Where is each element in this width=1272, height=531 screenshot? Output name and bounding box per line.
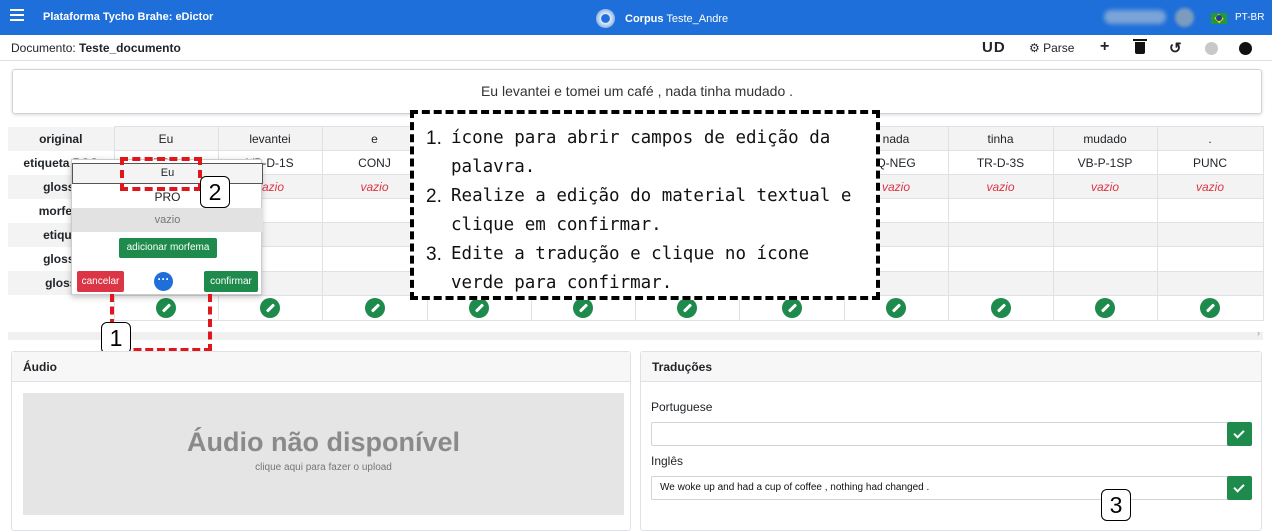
- previous-icon[interactable]: [1205, 42, 1218, 55]
- audio-upload-area[interactable]: Áudio não disponível clique aqui para fa…: [23, 393, 624, 515]
- upload-hint[interactable]: clique aqui para fazer o upload: [23, 462, 624, 473]
- gloss-field[interactable]: vazio: [72, 208, 263, 232]
- pencil-icon[interactable]: [990, 297, 1011, 318]
- corpus-logo-icon: [596, 9, 615, 28]
- empty-cell[interactable]: [1156, 222, 1264, 248]
- word-cell[interactable]: Eu: [113, 125, 219, 152]
- instruction-item: 3. Edite a tradução e clique no ícone ver…: [426, 244, 810, 293]
- instruction-item: 2. Realize a edição do material textual e…: [426, 186, 852, 235]
- pencil-icon[interactable]: [469, 297, 489, 318]
- annotation-marker-1: 1: [101, 322, 131, 354]
- pencil-icon[interactable]: [677, 297, 697, 318]
- instruction-item: 1. ícone para abrir campos de edição da p…: [426, 128, 831, 177]
- user-name-blurred[interactable]: [1104, 10, 1166, 24]
- annotation-marker-2: 2: [200, 176, 230, 208]
- corpus-label: Corpus: [625, 12, 664, 25]
- empty-cell[interactable]: [1052, 198, 1158, 224]
- pencil-icon[interactable]: [886, 297, 906, 318]
- confirm-portuguese-check-icon[interactable]: [1227, 422, 1252, 446]
- language-selector[interactable]: PT-BR: [1235, 12, 1264, 23]
- gloss-cell[interactable]: vazio: [1156, 174, 1264, 200]
- audio-unavailable-text: Áudio não disponível: [186, 427, 460, 457]
- word-cell[interactable]: mudado: [1052, 125, 1158, 152]
- empty-cell[interactable]: [947, 270, 1054, 296]
- hamburger-menu-icon[interactable]: [10, 9, 24, 23]
- corpus-indicator[interactable]: Corpus Teste_Andre: [596, 9, 728, 28]
- parse-button[interactable]: ⚙ Parse: [1029, 41, 1074, 55]
- document-title: Documento: Teste_documento: [11, 41, 181, 55]
- empty-cell[interactable]: [1052, 222, 1158, 248]
- trash-icon[interactable]: [1133, 39, 1147, 54]
- add-morpheme-button[interactable]: adicionar morfema: [119, 238, 217, 258]
- gloss-cell[interactable]: vazio: [947, 174, 1054, 200]
- pencil-icon[interactable]: [1200, 297, 1220, 318]
- edit-cell: [1156, 294, 1264, 321]
- portuguese-label: Portuguese: [651, 400, 713, 414]
- gears-icon: ⚙: [1029, 41, 1040, 55]
- annotation-marker-3: 3: [1101, 489, 1131, 521]
- audio-panel-title: Áudio: [12, 352, 630, 382]
- pos-cell[interactable]: PUNC: [1156, 150, 1264, 176]
- ud-button[interactable]: UD: [982, 39, 1006, 56]
- pencil-icon[interactable]: [364, 297, 385, 318]
- empty-cell[interactable]: [1156, 270, 1264, 296]
- edit-cell: [947, 294, 1054, 321]
- gloss-cell[interactable]: vazio: [1052, 174, 1158, 200]
- pos-cell[interactable]: VB-P-1SP: [1052, 150, 1158, 176]
- brazil-flag-icon[interactable]: [1211, 13, 1227, 24]
- add-icon[interactable]: +: [1100, 38, 1109, 56]
- empty-cell[interactable]: [1052, 246, 1158, 272]
- edit-cell: [217, 294, 323, 321]
- pos-cell[interactable]: TR-D-3S: [947, 150, 1054, 176]
- more-options-icon[interactable]: ···: [154, 272, 173, 291]
- instruction-box: 1. ícone para abrir campos de edição da p…: [410, 110, 880, 300]
- translations-panel: Traduções Portuguese Inglês We woke up a…: [640, 351, 1262, 531]
- next-icon[interactable]: [1239, 42, 1252, 55]
- pencil-icon[interactable]: [1095, 297, 1115, 318]
- translations-panel-title: Traduções: [641, 352, 1261, 382]
- word-cell[interactable]: levantei: [217, 125, 323, 152]
- avatar[interactable]: [1175, 8, 1194, 27]
- row-label: original: [8, 126, 114, 151]
- portuguese-translation-input[interactable]: [651, 422, 1228, 446]
- empty-cell[interactable]: [947, 222, 1054, 248]
- word-cell[interactable]: .: [1156, 125, 1264, 152]
- empty-cell[interactable]: [947, 198, 1054, 224]
- pencil-icon[interactable]: [260, 297, 280, 318]
- empty-cell[interactable]: [1156, 198, 1264, 224]
- edit-cell: [1052, 294, 1158, 321]
- empty-cell[interactable]: [947, 246, 1054, 272]
- undo-icon[interactable]: ↺: [1169, 39, 1182, 57]
- pencil-icon[interactable]: [781, 297, 802, 318]
- empty-cell[interactable]: [1156, 246, 1264, 272]
- top-navbar: Plataforma Tycho Brahe: eDictor Corpus T…: [0, 0, 1272, 35]
- row-label: [8, 295, 114, 321]
- english-translation-input[interactable]: We woke up and had a cup of coffee , not…: [651, 476, 1228, 500]
- corpus-name: Teste_Andre: [666, 12, 729, 25]
- confirm-english-check-icon[interactable]: [1227, 476, 1252, 500]
- english-label: Inglês: [651, 454, 684, 468]
- empty-cell[interactable]: [1052, 270, 1158, 296]
- word-cell[interactable]: tinha: [947, 125, 1054, 152]
- confirm-button[interactable]: confirmar: [204, 271, 258, 292]
- app-title[interactable]: Plataforma Tycho Brahe: eDictor: [43, 11, 213, 23]
- annotation-box-2: [120, 157, 202, 191]
- document-toolbar: Documento: Teste_documento UD ⚙ Parse + …: [0, 35, 1272, 61]
- audio-panel: Áudio Áudio não disponível clique aqui p…: [11, 351, 631, 531]
- pencil-icon[interactable]: [573, 297, 593, 318]
- cancel-button[interactable]: cancelar: [77, 271, 124, 292]
- sentence-display: Eu levantei e tomei um café , nada tinha…: [12, 69, 1262, 114]
